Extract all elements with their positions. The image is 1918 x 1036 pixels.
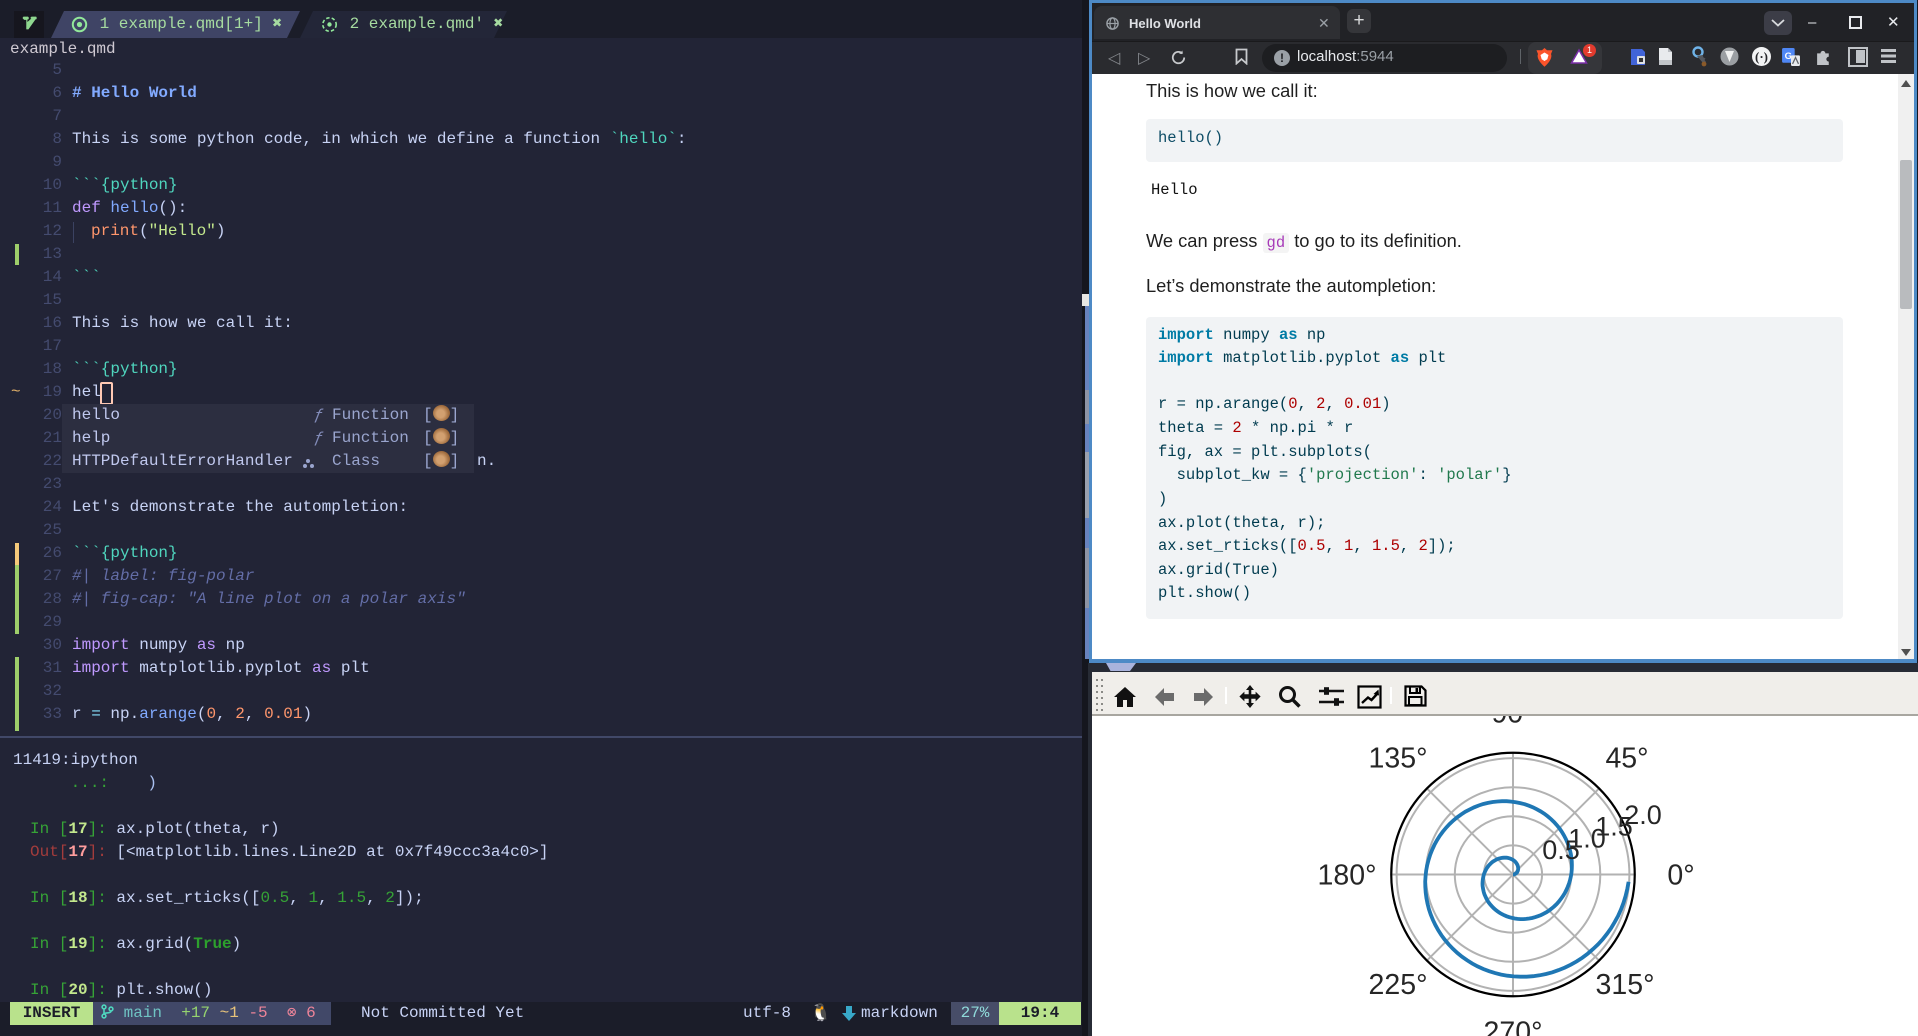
- svg-text:G: G: [1785, 51, 1792, 62]
- svg-text:225°: 225°: [1369, 969, 1428, 1001]
- svg-text:270°: 270°: [1484, 1017, 1543, 1036]
- svg-text:90°: 90°: [1491, 716, 1534, 730]
- svg-text:180°: 180°: [1318, 860, 1377, 892]
- svg-text:0°: 0°: [1667, 860, 1694, 892]
- svg-text:2.0: 2.0: [1624, 800, 1662, 830]
- svg-text:45°: 45°: [1605, 743, 1648, 775]
- svg-text:135°: 135°: [1369, 743, 1428, 775]
- svg-text:315°: 315°: [1596, 969, 1655, 1001]
